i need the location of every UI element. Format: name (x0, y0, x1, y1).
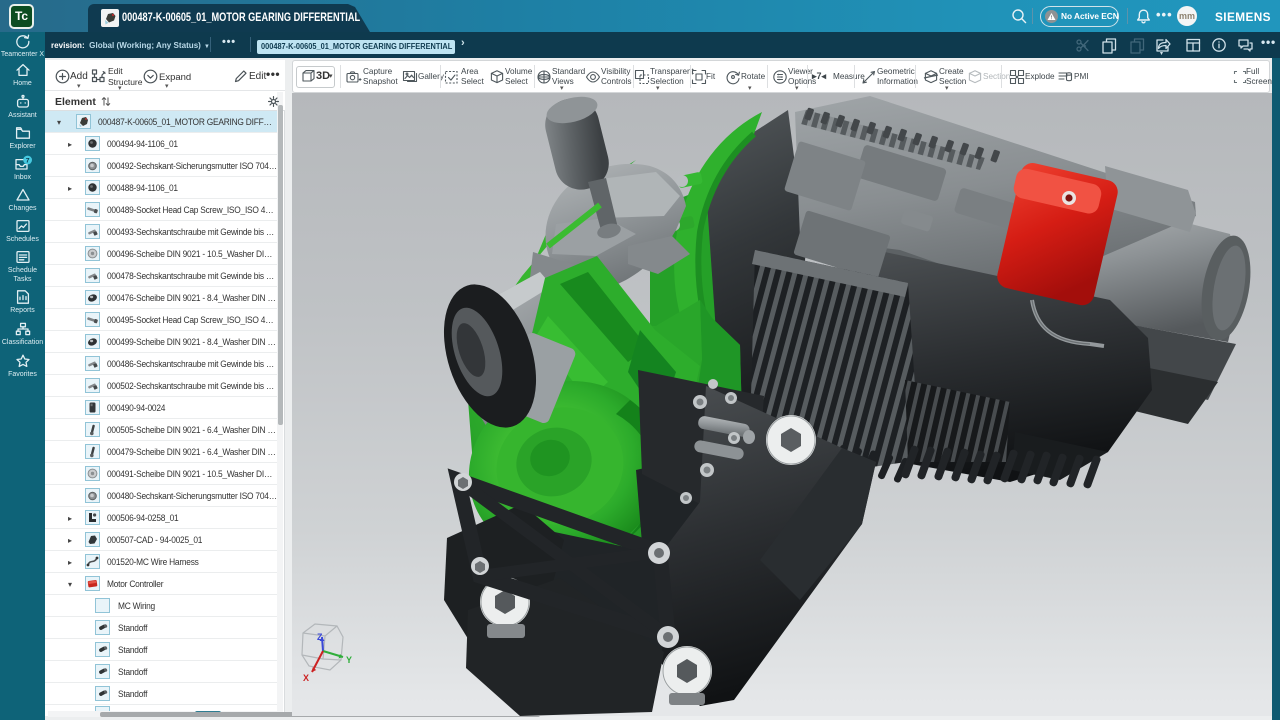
svg-text:7: 7 (25, 157, 29, 164)
svg-text:X: X (303, 673, 309, 683)
svg-text:Y: Y (346, 655, 352, 665)
svg-text:Z: Z (317, 632, 323, 642)
